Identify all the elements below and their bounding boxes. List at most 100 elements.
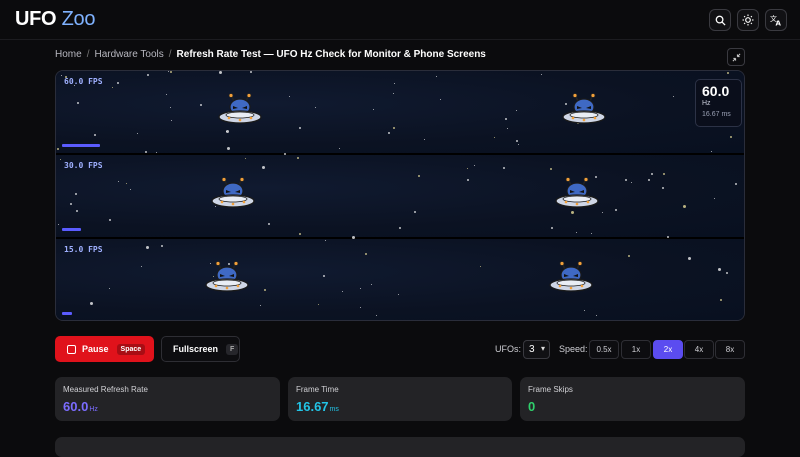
star (516, 110, 517, 111)
language-button[interactable]: 文A (765, 9, 787, 31)
star (596, 315, 597, 316)
star (467, 168, 468, 169)
search-icon (715, 15, 726, 26)
lane-progress-bar (62, 312, 72, 315)
ufo-sprite (554, 177, 600, 213)
star (424, 139, 425, 140)
star (57, 148, 59, 150)
star (284, 153, 286, 155)
ufo-test-stage[interactable]: 60.0 FPS 30.0 FPS 15.0 FPS 60.0 Hz 16.67… (55, 70, 745, 321)
star (360, 288, 361, 289)
star (260, 305, 261, 306)
lane-15fps: 15.0 FPS (56, 239, 744, 320)
breadcrumb-current: Refresh Rate Test — UFO Hz Check for Mon… (176, 49, 486, 60)
site-logo[interactable]: UFO Zoo (15, 8, 95, 31)
star (112, 87, 113, 88)
star (718, 268, 721, 271)
star (584, 310, 585, 311)
star (373, 109, 374, 110)
star (726, 272, 728, 274)
hz-readout-frame-time: 16.67 ms (702, 111, 731, 118)
speed-option-2x[interactable]: 2x (653, 340, 683, 359)
pause-button[interactable]: Pause Space (55, 336, 154, 362)
star (141, 266, 142, 267)
hz-readout-value: 60.0 (702, 83, 730, 99)
star (166, 94, 167, 95)
star (662, 187, 664, 189)
star (399, 227, 401, 229)
star (76, 210, 78, 212)
star (720, 299, 722, 301)
star (227, 147, 230, 150)
ufo-sprite (561, 93, 607, 129)
svg-text:A: A (776, 20, 782, 27)
star (352, 236, 355, 239)
fullscreen-label: Fullscreen (173, 344, 219, 354)
speed-option-0.5x[interactable]: 0.5x (589, 340, 619, 359)
star (388, 132, 390, 134)
star (474, 165, 475, 166)
star (94, 134, 96, 136)
star (551, 227, 553, 229)
star (576, 232, 577, 233)
star (339, 148, 340, 149)
ufo-sprite (204, 261, 250, 297)
star (414, 211, 416, 213)
speed-option-1x[interactable]: 1x (621, 340, 651, 359)
star (170, 71, 172, 73)
star (156, 152, 157, 153)
star (376, 315, 377, 316)
ufos-count-label: UFOs: (495, 344, 521, 354)
top-bar: UFO Zoo 文A (0, 0, 800, 40)
star (264, 289, 266, 291)
stat-number: 16.67 (296, 399, 329, 414)
translate-icon: 文A (770, 14, 782, 26)
star (118, 181, 119, 182)
star (171, 120, 172, 121)
star (90, 302, 93, 305)
star (503, 167, 505, 169)
star (74, 85, 75, 86)
breadcrumb-home[interactable]: Home (55, 49, 82, 60)
star (631, 182, 632, 183)
star (730, 136, 732, 138)
star (126, 183, 127, 184)
lane-30fps: 30.0 FPS (56, 155, 744, 237)
ufo-sprite (210, 177, 256, 213)
speed-option-4x[interactable]: 4x (684, 340, 714, 359)
lane-fps-label: 60.0 FPS (64, 77, 103, 86)
star (325, 240, 326, 241)
star (398, 294, 399, 295)
star (673, 96, 674, 97)
star (58, 224, 59, 225)
stat-number: 60.0 (63, 399, 89, 414)
star (342, 291, 343, 292)
star (550, 168, 552, 170)
collapse-button[interactable] (727, 48, 745, 66)
hz-readout-unit: Hz (702, 100, 711, 107)
breadcrumb-hardware-tools[interactable]: Hardware Tools (94, 49, 163, 60)
content-panel (55, 437, 745, 457)
star (418, 175, 420, 177)
star (161, 245, 163, 247)
ufos-count-select[interactable]: 3 ▾ (523, 340, 550, 359)
star (494, 137, 495, 138)
star (727, 72, 729, 74)
star (507, 128, 508, 129)
star (299, 127, 301, 129)
breadcrumb: Home / Hardware Tools / Refresh Rate Test — … (55, 49, 486, 60)
star (245, 158, 246, 159)
star (146, 246, 149, 249)
star (735, 183, 737, 185)
fullscreen-button[interactable]: Fullscreen F (161, 336, 240, 362)
star (70, 203, 72, 205)
star (467, 179, 469, 181)
stat-value: 16.67ms (296, 399, 504, 414)
theme-toggle-button[interactable] (737, 9, 759, 31)
speed-option-8x[interactable]: 8x (715, 340, 745, 359)
star (226, 130, 229, 133)
star (65, 76, 67, 78)
search-button[interactable] (709, 9, 731, 31)
star (365, 253, 367, 255)
star (61, 75, 62, 76)
